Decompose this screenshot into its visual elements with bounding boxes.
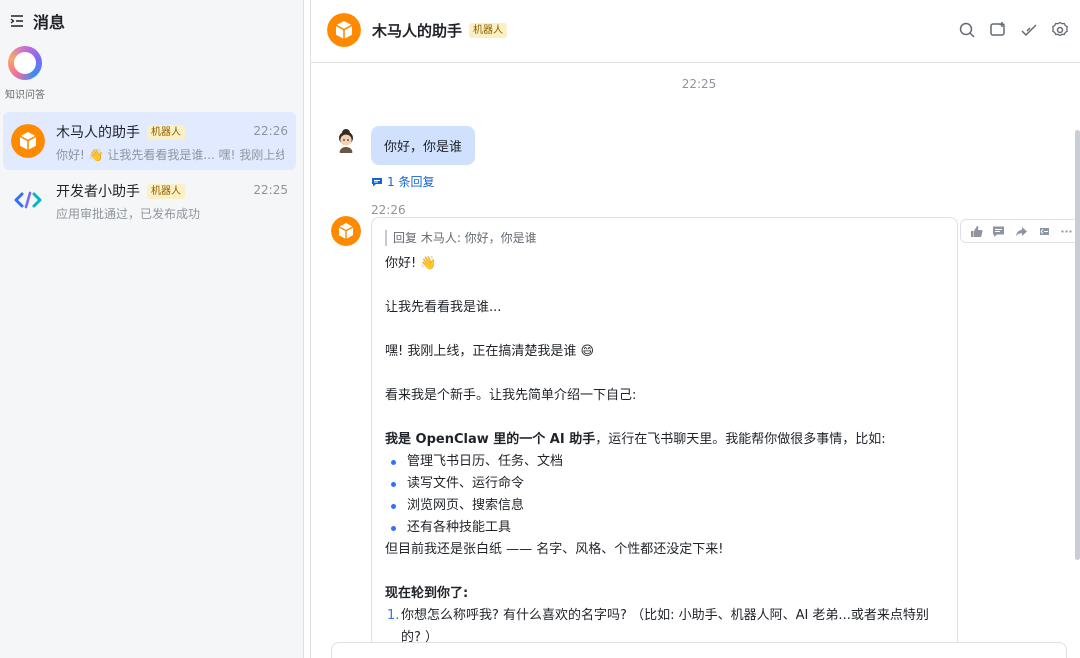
conversation-item-developer[interactable]: 开发者小助手 机器人 22:25 应用审批通过，已发布成功 <box>3 171 296 229</box>
list-item: 管理飞书日历、任务、文档 <box>385 451 944 473</box>
knowledge-qa-label: 知识问答 <box>5 90 45 101</box>
bot-tag: 机器人 <box>147 124 185 140</box>
chat-header: 木马人的助手 机器人 <box>311 0 1080 63</box>
conversation-preview: 应用审批通过，已发布成功 <box>56 207 201 221</box>
bot-box-avatar[interactable] <box>331 216 361 246</box>
chat-title: 木马人的助手 机器人 <box>372 20 508 41</box>
conversation-name-text: 开发者小助手 <box>56 184 140 200</box>
reply-heading: 现在轮到你了: <box>385 586 469 601</box>
conversation-item-assistant[interactable]: 木马人的助手 机器人 22:26 你好! 👋 让我先看看我是谁... 嘿! 我刚… <box>3 112 296 170</box>
reply-thread-icon <box>372 177 382 186</box>
conversation-name: 木马人的助手 机器人 <box>56 122 185 142</box>
user-avatar[interactable] <box>331 124 361 154</box>
bot-reply-card[interactable]: 回复 木马人: 你好，你是谁 你好! 👋 让我先看看我是谁... 嘿! 我刚上线… <box>371 217 958 658</box>
forward-icon[interactable] <box>1015 225 1028 238</box>
bot-box-avatar[interactable] <box>327 13 361 47</box>
search-icon[interactable] <box>958 21 976 39</box>
thread-reply-link[interactable]: 1 条回复 <box>371 173 434 190</box>
collapse-menu-icon[interactable] <box>10 14 24 28</box>
reply-line: 但目前我还是张白纸 —— 名字、风格、个性都还没定下来! <box>385 542 724 557</box>
bot-tag: 机器人 <box>147 183 185 199</box>
reply-quote: 回复 木马人: 你好，你是谁 <box>385 230 944 246</box>
user-message-bubble[interactable]: 你好，你是谁 <box>371 126 476 165</box>
reply-line: 你好! 👋 <box>385 256 437 271</box>
reply-line: 看来我是个新手。让我先简单介绍一下自己: <box>385 388 637 403</box>
conversation-time: 22:25 <box>253 183 288 197</box>
settings-icon[interactable] <box>1051 21 1069 39</box>
list-item: 还有各种技能工具 <box>385 517 944 539</box>
knowledge-qa-icon <box>8 46 42 80</box>
bot-tag: 机器人 <box>469 23 508 38</box>
bot-box-avatar <box>11 124 45 158</box>
list-item: 浏览网页、搜索信息 <box>385 495 944 517</box>
reply-intro-rest: ，运行在飞书聊天里。我能帮你做很多事情，比如: <box>595 432 886 447</box>
reply-line: 嘿! 我刚上线，正在搞清楚我是谁 😄 <box>385 344 595 359</box>
comment-icon[interactable] <box>992 225 1005 238</box>
reply-intro-bold: 我是 OpenClaw 里的一个 AI 助手 <box>385 432 596 447</box>
conversation-time: 22:26 <box>253 124 288 138</box>
message-timestamp: 22:26 <box>371 203 406 217</box>
developer-code-icon <box>14 191 42 209</box>
chat-title-text: 木马人的助手 <box>372 22 463 40</box>
list-number: 1. <box>387 608 400 623</box>
message-list[interactable]: 22:25 你好，你是谁 1 条回复 22:26 回复 木马人: 你好，你是谁 … <box>311 64 1080 658</box>
conversation-preview: 你好! 👋 让我先看看我是谁... 嘿! 我刚上线, 正在搞清楚我是谁 😄 <box>56 148 284 162</box>
message-scrollbar[interactable] <box>1075 130 1080 560</box>
new-chat-icon[interactable] <box>989 21 1007 39</box>
message-composer[interactable] <box>331 642 1067 658</box>
sidebar-header: 消息 <box>10 10 65 32</box>
header-toolbar <box>958 21 1069 39</box>
chat-panel: 木马人的助手 机器人 22:25 你好，你是谁 1 条回复 22:26 回复 木… <box>310 0 1080 658</box>
message-action-bar <box>960 219 1080 243</box>
more-icon[interactable] <box>1060 225 1073 238</box>
sidebar: 消息 知识问答 木马人的助手 机器人 22:26 你好! 👋 让我先看看我是谁.… <box>0 0 304 658</box>
check-icon[interactable] <box>1020 21 1038 39</box>
knowledge-qa-button[interactable]: 知识问答 <box>4 46 46 101</box>
message-timestamp: 22:25 <box>681 77 717 91</box>
conversation-name-text: 木马人的助手 <box>56 125 140 141</box>
question-text: 你想怎么称呼我? 有什么喜欢的名字吗? （比如: 小助手、机器人阿、AI 老弟.… <box>401 608 929 645</box>
reply-intro: 我是 OpenClaw 里的一个 AI 助手，运行在飞书聊天里。我能帮你做很多事… <box>385 429 944 451</box>
reply-line: 让我先看看我是谁... <box>385 300 502 315</box>
thumbs-up-icon[interactable] <box>970 225 983 238</box>
quote-icon[interactable] <box>1038 225 1051 238</box>
capability-list: 管理飞书日历、任务、文档 读写文件、运行命令 浏览网页、搜索信息 还有各种技能工… <box>385 451 944 539</box>
list-item: 读写文件、运行命令 <box>385 473 944 495</box>
sidebar-title: 消息 <box>33 13 66 32</box>
reply-count: 1 条回复 <box>387 175 435 189</box>
conversation-name: 开发者小助手 机器人 <box>56 181 185 201</box>
